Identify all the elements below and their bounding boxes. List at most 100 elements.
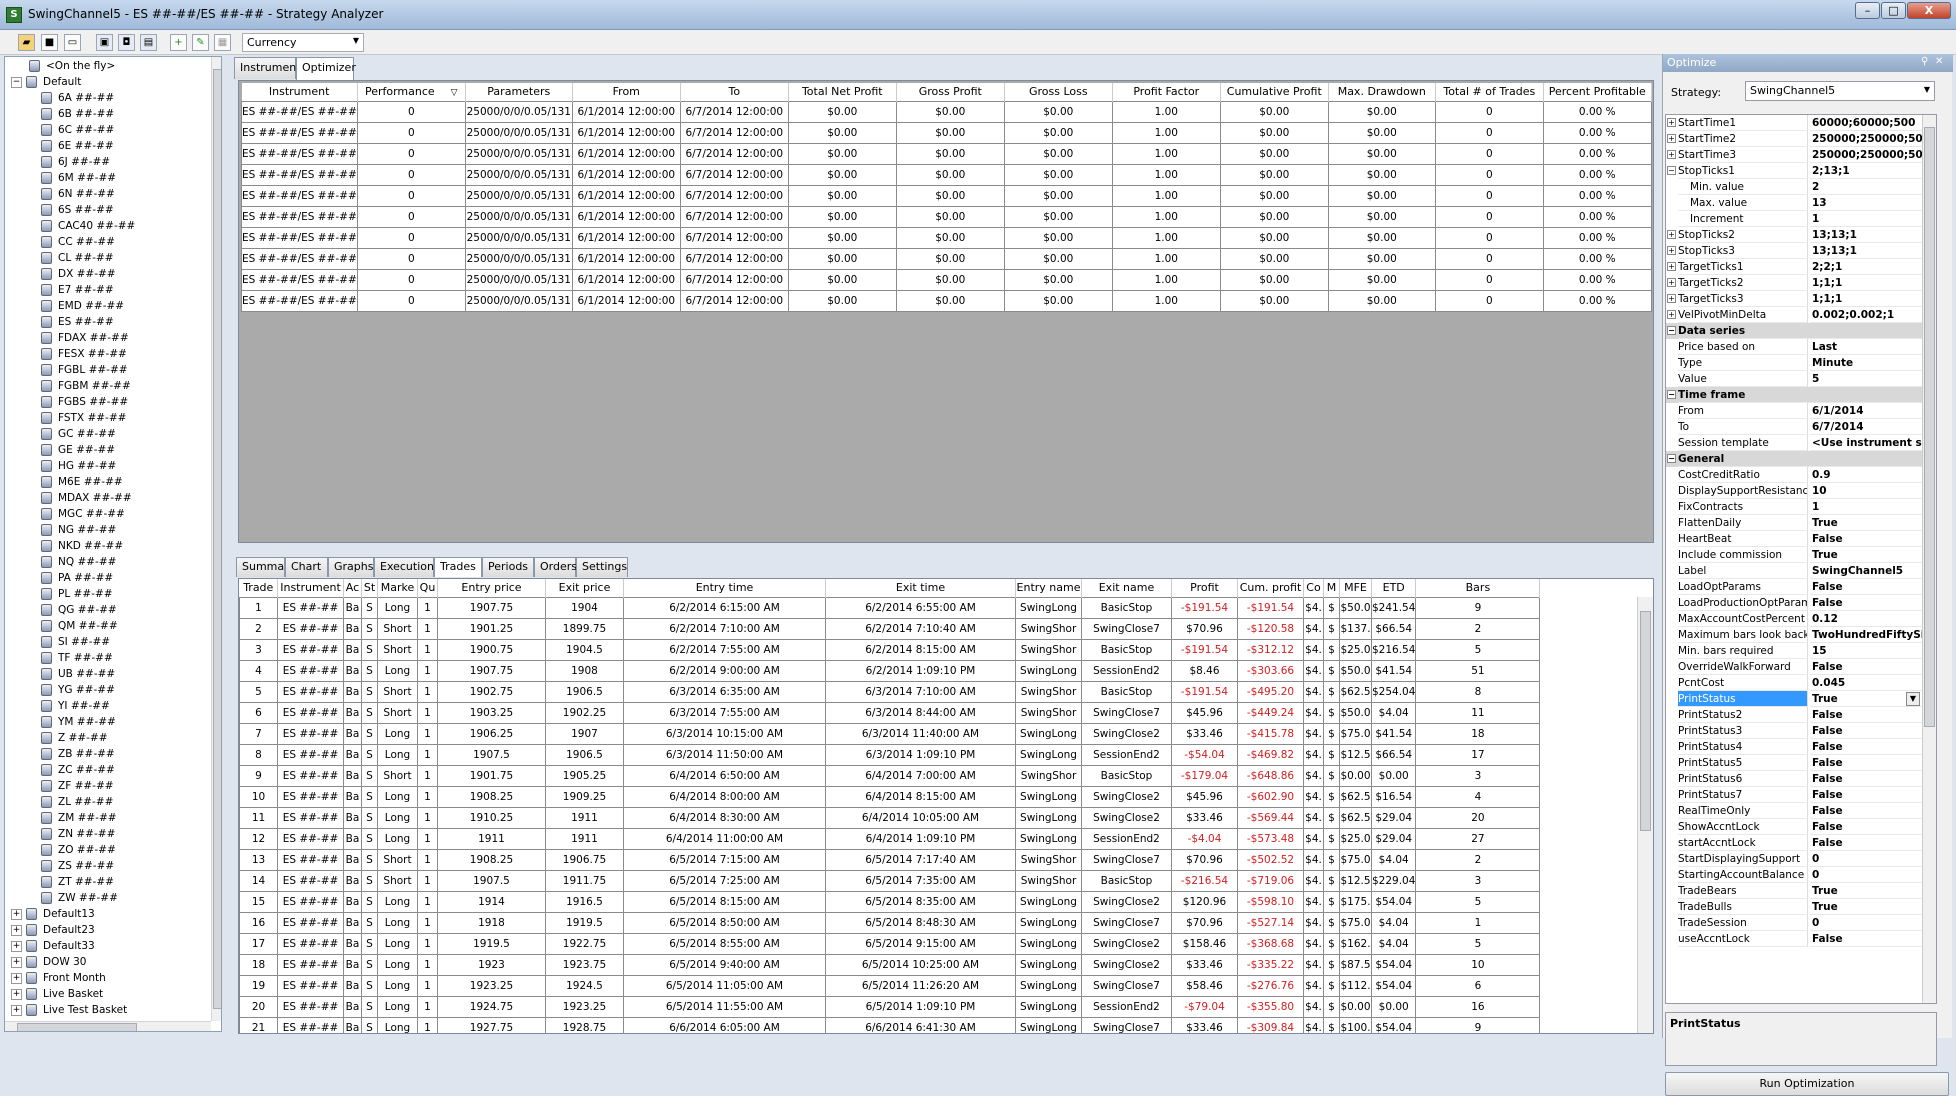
property-value[interactable]: False [1810, 739, 1936, 755]
property-row[interactable]: Increment 1 [1666, 211, 1936, 227]
tree-item[interactable]: ZT ##-## [41, 874, 114, 890]
tab-trades[interactable]: Trades [434, 557, 482, 577]
property-row[interactable]: + StartTime3 250000;250000;500 [1666, 147, 1936, 163]
property-row[interactable]: PrintStatus4 False [1666, 739, 1936, 755]
pin-icon[interactable]: ⚲ [1921, 56, 1928, 67]
property-value[interactable]: False [1810, 787, 1936, 803]
collapse-icon[interactable]: − [1667, 326, 1676, 335]
expand-icon[interactable]: + [1667, 278, 1676, 287]
expand-icon[interactable]: + [1667, 310, 1676, 319]
tree-item[interactable]: CL ##-## [41, 250, 114, 266]
column-header[interactable]: Total # of Trades [1435, 83, 1544, 101]
tree-item[interactable]: ZL ##-## [41, 794, 113, 810]
table-row[interactable]: 14 ES ##-## Ba S Short 1 1907.5 1911.75 6/5/2014… [239, 869, 1541, 892]
tree-item[interactable]: 6M ##-## [41, 170, 116, 186]
column-header[interactable]: Parameters [465, 83, 573, 101]
column-header[interactable]: Max. Drawdown [1328, 83, 1436, 101]
table-row[interactable]: 6 ES ##-## Ba S Short 1 1903.25 1902.25 6/3/2014… [239, 701, 1541, 724]
tree-item[interactable]: 6S ##-## [41, 202, 114, 218]
collapse-icon[interactable]: − [11, 76, 22, 88]
minimize-button[interactable]: – [1855, 2, 1880, 19]
property-row[interactable]: OverrideWalkForward False [1666, 659, 1936, 675]
column-header[interactable]: Cum. profit [1237, 579, 1304, 597]
tree-item[interactable]: TF ##-## [41, 650, 113, 666]
column-header[interactable]: Cumulative Profit [1220, 83, 1329, 101]
property-row[interactable]: + TargetTicks3 1;1;1 [1666, 291, 1936, 307]
tree-item[interactable]: DX ##-## [41, 266, 116, 282]
table-row[interactable]: ES ##-##/ES ##-## 0 25000/0/0/0.05/131 6/1/… [241, 163, 1652, 186]
property-row[interactable]: HeartBeat False [1666, 531, 1936, 547]
tree-item[interactable]: YG ##-## [41, 682, 115, 698]
tree-item[interactable]: ZO ##-## [41, 842, 116, 858]
tree-item[interactable]: FGBM ##-## [41, 378, 131, 394]
column-header[interactable]: Instrument [241, 83, 358, 101]
column-header[interactable]: Entry time [623, 579, 826, 597]
column-header[interactable]: From [572, 83, 681, 101]
property-value[interactable]: 13;13;1 [1810, 243, 1936, 259]
table-row[interactable]: 9 ES ##-## Ba S Short 1 1901.75 1905.25 6/4/2014… [239, 764, 1541, 787]
expand-icon[interactable]: + [11, 1004, 22, 1016]
property-value[interactable]: 1;1;1 [1810, 275, 1936, 291]
column-header[interactable]: Entry name [1015, 579, 1082, 597]
expand-icon[interactable]: + [1667, 150, 1676, 159]
tree-item[interactable]: ZF ##-## [41, 778, 114, 794]
tree-item[interactable]: GC ##-## [41, 426, 116, 442]
column-header[interactable]: Marke [377, 579, 418, 597]
window-icon[interactable]: ▤ [140, 34, 157, 51]
property-row[interactable]: StartDisplayingSupport 0 [1666, 851, 1936, 867]
property-value[interactable]: 0 [1810, 867, 1936, 883]
column-header[interactable]: Total Net Profit [788, 83, 897, 101]
property-category[interactable]: − Data series [1666, 323, 1936, 339]
tree-item[interactable]: ZM ##-## [41, 810, 117, 826]
currency-dropdown[interactable]: Currency ▼ [242, 33, 364, 52]
table-row[interactable]: 13 ES ##-## Ba S Short 1 1908.25 1906.75 6/5/201… [239, 848, 1541, 871]
tree-item[interactable]: FSTX ##-## [41, 410, 126, 426]
property-row[interactable]: TradeBears True [1666, 883, 1936, 899]
property-value[interactable]: 2;13;1 [1810, 163, 1936, 179]
property-value[interactable]: False [1810, 755, 1936, 771]
property-value[interactable]: 0.12 [1810, 611, 1936, 627]
property-row[interactable]: MaxAccountCostPercent 0.12 [1666, 611, 1936, 627]
run-optimization-button[interactable]: Run Optimization [1665, 1072, 1949, 1096]
tree-item[interactable]: 6A ##-## [41, 90, 114, 106]
tree-item[interactable]: FGBL ##-## [41, 362, 128, 378]
property-value[interactable]: False [1810, 531, 1936, 547]
property-value[interactable]: Minute [1810, 355, 1936, 371]
tree-item[interactable]: + Default13 [11, 906, 95, 922]
tab-settings[interactable]: Settings [576, 557, 628, 577]
property-value[interactable]: True [1810, 515, 1936, 531]
column-header[interactable]: ETD [1371, 579, 1417, 597]
maximize-button[interactable]: □ [1881, 2, 1906, 19]
table-row[interactable]: ES ##-##/ES ##-## 0 25000/0/0/0.05/131 6/1/… [241, 247, 1652, 270]
property-row[interactable]: LoadOptParams False [1666, 579, 1936, 595]
tree-item[interactable]: CAC40 ##-## [41, 218, 135, 234]
tree-item[interactable]: ZS ##-## [41, 858, 114, 874]
property-row[interactable]: − StopTicks1 2;13;1 [1666, 163, 1936, 179]
tree-item[interactable]: CC ##-## [41, 234, 115, 250]
tree-item[interactable]: ZB ##-## [41, 746, 115, 762]
tree-item[interactable]: EMD ##-## [41, 298, 124, 314]
property-row[interactable]: Max. value 13 [1666, 195, 1936, 211]
property-value[interactable]: 13;13;1 [1810, 227, 1936, 243]
property-value[interactable]: False [1810, 595, 1936, 611]
table-row[interactable]: ES ##-##/ES ##-## 0 25000/0/0/0.05/131 6/1/… [241, 121, 1652, 144]
property-value[interactable]: 250000;250000;500 [1810, 131, 1936, 147]
column-header[interactable]: St [361, 579, 378, 597]
property-row[interactable]: useAccntLock False [1666, 931, 1936, 947]
table-row[interactable]: ES ##-##/ES ##-## 0 25000/0/0/0.05/131 6/1/… [241, 268, 1652, 291]
column-header[interactable]: Exit name [1081, 579, 1172, 597]
property-value[interactable]: False [1810, 931, 1936, 947]
column-header[interactable]: Entry price [437, 579, 546, 597]
column-header[interactable]: Instrument [277, 579, 344, 597]
property-row[interactable]: + StartTime1 60000;60000;500 [1666, 115, 1936, 131]
tree-item[interactable]: ZC ##-## [41, 762, 115, 778]
tree-item[interactable]: PA ##-## [41, 570, 113, 586]
outline-icon[interactable]: ◘ [118, 34, 135, 51]
tab-orders[interactable]: Orders [534, 557, 577, 577]
table-row[interactable]: 4 ES ##-## Ba S Long 1 1907.75 1908 6/2/2014 9:0… [239, 659, 1541, 682]
property-value[interactable]: <Use instrument settings> [1810, 435, 1936, 451]
column-header[interactable]: MFE [1339, 579, 1372, 597]
property-value[interactable]: 0 [1810, 915, 1936, 931]
scroll-thumb[interactable] [213, 69, 221, 1009]
table-row[interactable]: 11 ES ##-## Ba S Long 1 1910.25 1911 6/4/2014 8:… [239, 806, 1541, 829]
